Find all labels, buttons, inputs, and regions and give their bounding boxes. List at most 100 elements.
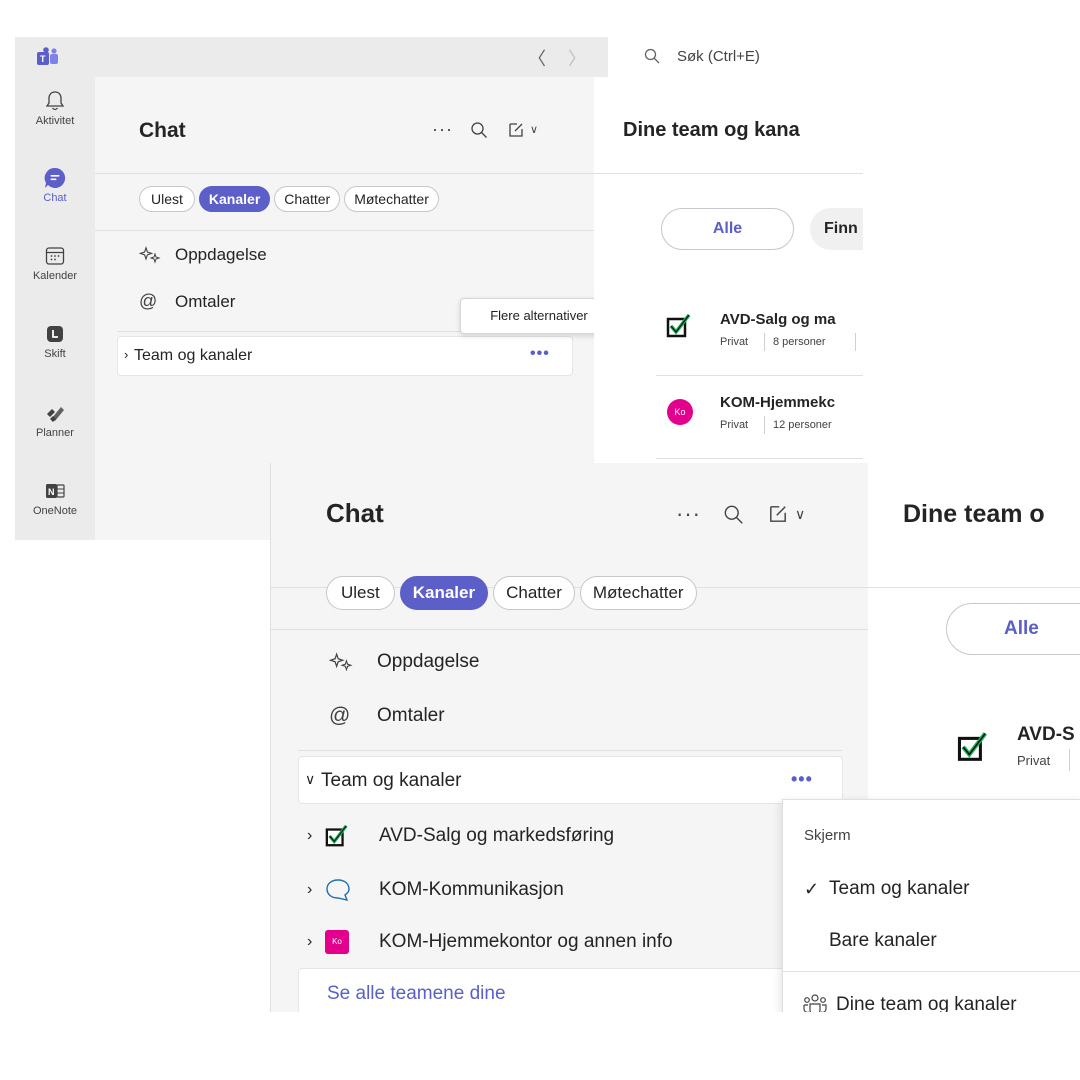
teams-section-label: Team og kanaler xyxy=(134,347,253,364)
new-chat-icon[interactable] xyxy=(766,502,790,526)
chevron-right-icon: › xyxy=(307,933,313,950)
team-name: KOM-Hjemmekontor og annen info xyxy=(379,931,673,952)
rail-label: Skift xyxy=(44,348,66,360)
tab-all[interactable]: Alle xyxy=(661,208,794,250)
filter-chats[interactable]: Chatter xyxy=(493,576,575,610)
mentions-label: Omtaler xyxy=(175,291,236,311)
filter-channels[interactable]: Kanaler xyxy=(399,576,489,610)
menu-option-label: Dine team og kanaler xyxy=(836,994,1017,1012)
chevron-down-icon: ∨ xyxy=(305,771,316,787)
rail-item-planner[interactable]: Planner xyxy=(15,402,95,439)
chat-icon xyxy=(44,167,66,188)
divider xyxy=(764,416,765,434)
divider xyxy=(271,629,868,630)
search-input[interactable]: Søk (Ctrl+E) xyxy=(608,37,863,77)
rail-label: Planner xyxy=(36,427,74,439)
chevron-down-icon[interactable]: ∨ xyxy=(795,506,805,523)
menu-option-teams-and-channels[interactable]: ✓ Team og kanaler xyxy=(804,878,969,900)
divider xyxy=(1069,749,1070,771)
filter-unread[interactable]: Ulest xyxy=(139,186,195,212)
menu-option-only-channels[interactable]: Bare kanaler xyxy=(804,930,937,952)
divider xyxy=(656,458,863,459)
menu-option-label: Bare kanaler xyxy=(829,930,937,951)
search-placeholder: Søk (Ctrl+E) xyxy=(677,48,760,65)
divider xyxy=(868,587,1080,588)
see-all-box: Se alle teamene dine xyxy=(298,968,843,1012)
search-icon[interactable] xyxy=(470,121,488,139)
mentions-item[interactable]: @ Omtaler xyxy=(329,704,445,728)
team-name: AVD-S xyxy=(1017,724,1075,745)
filter-unread[interactable]: Ulest xyxy=(326,576,395,610)
menu-header: Skjerm xyxy=(804,827,851,844)
search-icon[interactable] xyxy=(723,504,744,525)
team-name: KOM-Hjemmekc xyxy=(720,394,836,411)
tab-all[interactable]: Alle xyxy=(946,603,1080,655)
chevron-right-icon: › xyxy=(124,347,129,362)
team-members: 8 personer xyxy=(773,336,826,348)
rail-label: Chat xyxy=(43,192,67,204)
discover-label: Oppdagelse xyxy=(377,651,480,672)
rail-item-shifts[interactable]: Skift xyxy=(15,323,95,360)
more-options-icon[interactable]: ··· xyxy=(432,119,453,140)
chevron-down-icon[interactable]: ∨ xyxy=(530,123,538,136)
more-options-icon[interactable]: ··· xyxy=(676,501,701,527)
filter-channels[interactable]: Kanaler xyxy=(198,186,271,212)
filter-pills: Ulest Kanaler Chatter Møtechatter xyxy=(139,186,439,212)
team-item-kom-kommunikasjon[interactable]: › KOM-Kommunikasjon xyxy=(307,878,564,902)
people-team-icon xyxy=(803,994,827,1012)
menu-your-teams[interactable]: Dine team og kanaler xyxy=(802,993,1017,1012)
team-name: KOM-Kommunikasjon xyxy=(379,879,564,900)
svg-text:N: N xyxy=(48,487,55,497)
mentions-label: Omtaler xyxy=(377,705,445,726)
filter-chats[interactable]: Chatter xyxy=(274,186,341,212)
team-name: AVD-Salg og ma xyxy=(720,311,836,328)
divider xyxy=(298,750,842,751)
teams-section-header[interactable]: ∨ Team og kanaler ••• xyxy=(298,756,843,804)
rail-label: Aktivitet xyxy=(35,115,75,127)
view-options-menu: Skjerm ✓ Team og kanaler Bare kanaler Di… xyxy=(782,799,1080,1012)
rail-item-onenote[interactable]: N OneNote xyxy=(15,480,95,517)
rail-item-activity[interactable]: Aktivitet xyxy=(15,90,95,127)
pane-title: Dine team o xyxy=(903,500,1045,528)
filter-meeting-chats[interactable]: Møtechatter xyxy=(579,576,697,610)
mentions-item[interactable]: @ Omtaler xyxy=(139,291,235,312)
see-all-teams-link[interactable]: Se alle teamene dine xyxy=(327,983,506,1005)
filter-pills: Ulest Kanaler Chatter Møtechatter xyxy=(326,576,697,610)
team-privacy: Privat xyxy=(720,336,749,348)
teams-window-front: Chat ··· ∨ Ulest Kanaler Chatter Møtecha… xyxy=(270,463,1080,1012)
pane-title: Dine team og kana xyxy=(623,119,800,141)
filter-meeting-chats[interactable]: Møtechatter xyxy=(344,186,439,212)
planner-icon xyxy=(47,407,64,422)
discover-label: Oppdagelse xyxy=(175,245,267,264)
forward-arrow-icon[interactable]: 〉 xyxy=(568,45,586,71)
new-chat-icon[interactable] xyxy=(506,120,526,140)
chevron-right-icon: › xyxy=(307,881,313,898)
discover-item[interactable]: Oppdagelse xyxy=(139,245,267,265)
team-privacy: Privat xyxy=(720,419,749,431)
divider xyxy=(764,333,765,351)
rail-item-chat[interactable]: Chat xyxy=(15,167,95,204)
team-members: 12 personer xyxy=(773,419,832,431)
at-sign-icon: @ xyxy=(139,291,158,311)
more-options-button[interactable]: ••• xyxy=(530,345,550,363)
checkbox-logo-icon xyxy=(957,732,988,761)
back-arrow-icon[interactable]: 〈 xyxy=(528,45,546,71)
divider xyxy=(95,173,594,174)
at-sign-icon: @ xyxy=(329,704,351,727)
discover-item[interactable]: Oppdagelse xyxy=(329,651,479,673)
teams-section-header[interactable]: › Team og kanaler ••• xyxy=(117,336,573,376)
chevron-right-icon: › xyxy=(307,827,313,844)
rail-item-calendar[interactable]: Kalender xyxy=(15,245,95,282)
divider xyxy=(783,971,1080,972)
app-rail: Aktivitet Chat Kalender Skift Planner N … xyxy=(15,77,95,540)
divider xyxy=(95,230,594,231)
team-privacy: Privat xyxy=(1017,753,1051,768)
shifts-icon xyxy=(47,326,63,342)
team-item-avd-salg[interactable]: › AVD-Salg og markedsføring xyxy=(307,824,614,848)
more-options-button[interactable]: ••• xyxy=(791,769,813,790)
tab-find[interactable]: Finn xyxy=(810,208,863,250)
calendar-icon xyxy=(45,247,65,265)
menu-option-label: Team og kanaler xyxy=(829,878,970,899)
team-item-kom-hjemmekontor[interactable]: › Ko KOM-Hjemmekontor og annen info xyxy=(307,930,673,954)
onenote-icon: N xyxy=(46,484,65,498)
